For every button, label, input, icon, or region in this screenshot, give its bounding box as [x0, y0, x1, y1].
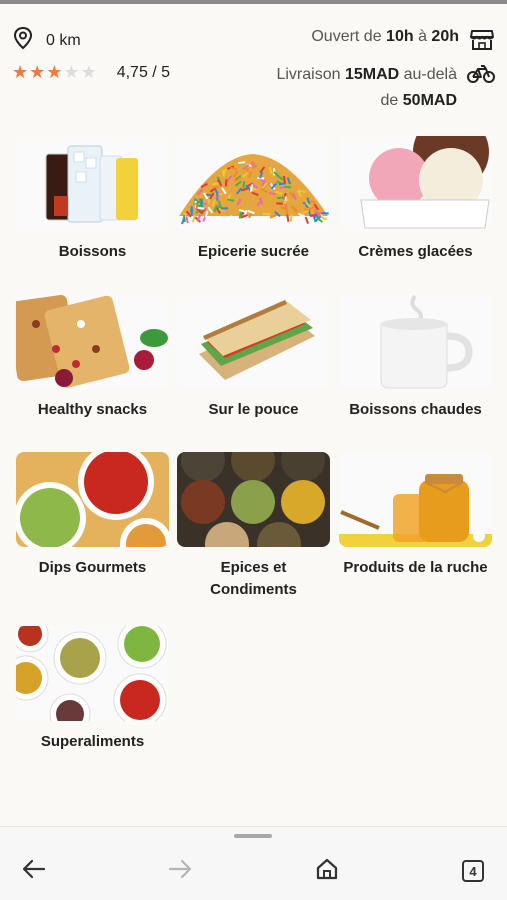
- category-label: Boissons: [58, 243, 127, 260]
- category-label: Epicerie sucrée: [198, 243, 309, 260]
- bicycle-icon: [467, 64, 495, 89]
- drinks-image: [16, 136, 169, 231]
- distance-row: 0 km: [12, 26, 81, 55]
- delivery-prefix: Livraison: [276, 66, 345, 83]
- granola-bars-image: [16, 294, 169, 389]
- category-label: Produits de la ruche: [343, 559, 488, 576]
- category-tile-healthy-snacks[interactable]: Healthy snacks: [16, 294, 169, 421]
- forward-button[interactable]: [160, 851, 200, 891]
- category-label: Healthy snacks: [37, 401, 148, 418]
- back-button[interactable]: [14, 851, 54, 891]
- ice-cream-image: [339, 136, 492, 231]
- drag-handle[interactable]: [234, 834, 272, 838]
- home-icon: [315, 857, 339, 886]
- status-strip: [0, 0, 507, 4]
- location-pin-icon: [12, 26, 34, 55]
- category-label: Crèmes glacées: [358, 243, 473, 260]
- category-tile-boissons[interactable]: Boissons: [16, 136, 169, 263]
- delivery-suffix: au-delà: [399, 66, 457, 83]
- forward-arrow-icon: [168, 859, 192, 884]
- category-label: Dips Gourmets: [38, 559, 147, 576]
- rating-row: ★ ★ ★ ★ ★ 4,75 / 5: [12, 64, 170, 82]
- hot-drink-cup-image: [339, 294, 492, 389]
- dips-image: [16, 452, 169, 547]
- category-tile-superaliments[interactable]: Superaliments: [16, 626, 169, 753]
- rating-stars: ★ ★ ★ ★ ★: [12, 64, 97, 82]
- star-icon: ★: [12, 62, 29, 83]
- delivery-fee: 15MAD: [344, 66, 400, 83]
- category-tile-dips-gourmets[interactable]: Dips Gourmets: [16, 452, 169, 579]
- star-icon: ★: [46, 62, 63, 83]
- star-icon: ★: [80, 62, 97, 83]
- category-label: Sur le pouce: [208, 401, 299, 418]
- rating-text: 4,75 / 5: [116, 64, 171, 81]
- store-info: 0 km ★ ★ ★ ★ ★ 4,75 / 5 Ouvert de 10h à 20h …: [0, 22, 507, 118]
- category-tile-produits-ruche[interactable]: Produits de la ruche: [339, 452, 492, 579]
- tabs-button[interactable]: 4: [453, 851, 493, 891]
- delivery-minimum: 50MAD: [402, 92, 457, 109]
- opening-hours: Ouvert de 10h à 20h: [311, 28, 459, 46]
- category-label: Epices et Condiments: [210, 559, 297, 598]
- hours-prefix: Ouvert de: [311, 28, 387, 45]
- hours-row: Ouvert de 10h à 20h: [311, 28, 495, 57]
- category-label: Boissons chaudes: [349, 401, 482, 418]
- sandwich-image: [177, 294, 330, 389]
- category-tile-cremes-glacees[interactable]: Crèmes glacées: [339, 136, 492, 263]
- category-tile-epices-condiments[interactable]: Epices et Condiments: [177, 452, 330, 601]
- tabs-icon: 4: [462, 860, 484, 882]
- category-label: Superaliments: [40, 733, 145, 750]
- browser-bottom-bar: 4: [0, 826, 507, 900]
- sprinkles-image: [177, 136, 330, 231]
- delivery-row: Livraison 15MAD au-delà de 50MAD: [276, 62, 495, 114]
- category-tile-sur-le-pouce[interactable]: Sur le pouce: [177, 294, 330, 421]
- hours-mid: à: [413, 28, 432, 45]
- store-front-icon: [469, 28, 495, 57]
- hours-open: 10h: [386, 28, 414, 45]
- delivery-min-prefix: de: [380, 92, 403, 109]
- delivery-info: Livraison 15MAD au-delà de 50MAD: [276, 62, 457, 114]
- distance-text: 0 km: [46, 31, 81, 49]
- star-icon: ★: [63, 62, 80, 83]
- honey-jars-image: [339, 452, 492, 547]
- category-tile-boissons-chaudes[interactable]: Boissons chaudes: [339, 294, 492, 421]
- superfoods-image: [16, 626, 169, 721]
- category-tile-epicerie-sucree[interactable]: Epicerie sucrée: [177, 136, 330, 263]
- spice-jars-image: [177, 452, 330, 547]
- back-arrow-icon: [22, 859, 46, 884]
- home-button[interactable]: [307, 851, 347, 891]
- star-icon: ★: [29, 62, 46, 83]
- hours-close: 20h: [431, 28, 459, 45]
